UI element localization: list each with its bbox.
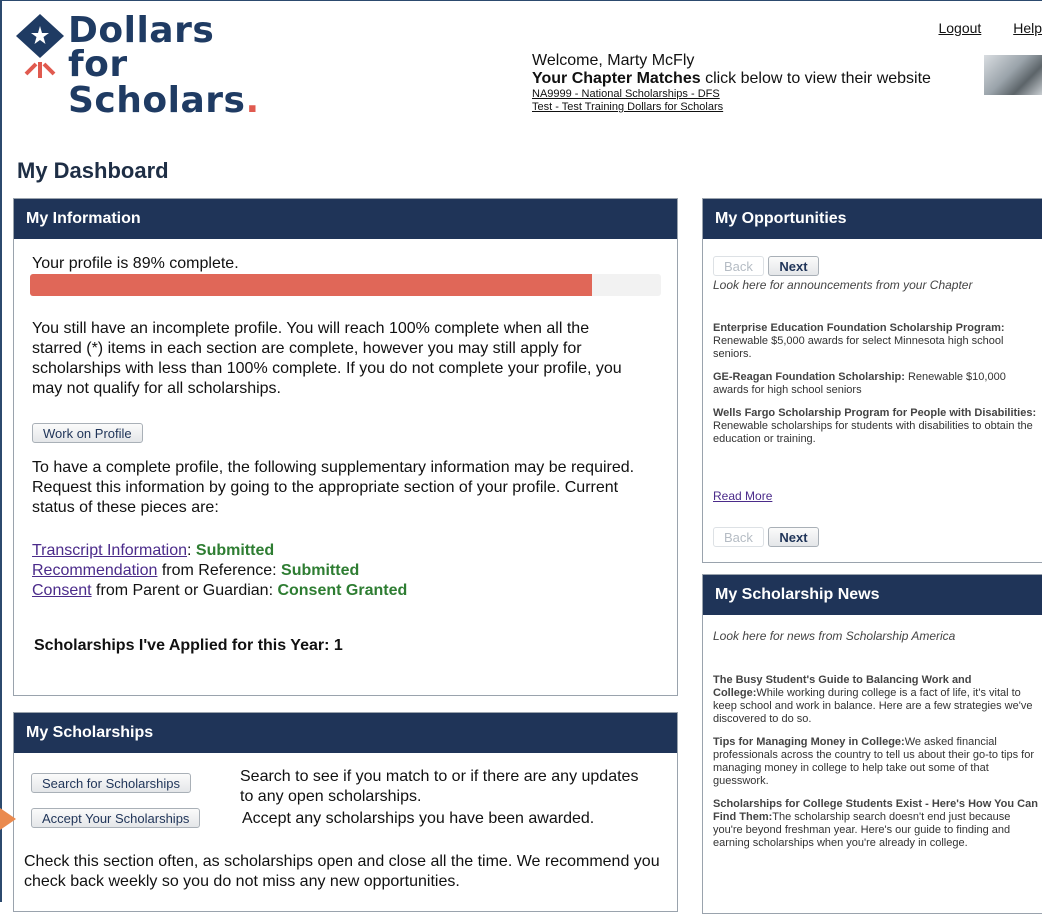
status-row: Recommendation from Reference: Submitted bbox=[32, 562, 360, 579]
accept-button-wrap: Accept Your Scholarships bbox=[31, 808, 201, 828]
my-information-panel: My Information Your profile is 89% compl… bbox=[13, 198, 678, 696]
window-left-border bbox=[0, 0, 2, 902]
accept-scholarships-button[interactable]: Accept Your Scholarships bbox=[31, 808, 201, 828]
chapter-matches-label: Your Chapter Matches click below to view… bbox=[532, 70, 931, 87]
search-description: Search to see if you match to or if ther… bbox=[240, 768, 639, 805]
search-scholarships-button[interactable]: Search for Scholarships bbox=[31, 773, 192, 793]
news-item[interactable]: Tips for Managing Money in College:We as… bbox=[713, 736, 1042, 788]
work-on-profile-button[interactable]: Work on Profile bbox=[32, 423, 143, 443]
next-button[interactable]: Next bbox=[768, 527, 819, 547]
work-button-wrap: Work on Profile bbox=[32, 423, 143, 444]
my-scholarships-panel: My Scholarships Search for Scholarships … bbox=[13, 712, 678, 912]
brand-line-2: Scholars. bbox=[68, 80, 260, 121]
avatar bbox=[984, 55, 1042, 95]
profile-status: Your profile is 89% complete. bbox=[32, 255, 239, 272]
transcript-link[interactable]: Transcript Information bbox=[32, 542, 187, 559]
welcome-greeting: Welcome, Marty McFly bbox=[532, 52, 695, 69]
status-badge: Consent Granted bbox=[277, 582, 408, 599]
brand-wordmark: Dollars for Scholars. bbox=[68, 13, 276, 121]
brand-line-1: Dollars for bbox=[68, 10, 215, 85]
status-badge: Submitted bbox=[281, 562, 360, 579]
applied-count: Scholarships I've Applied for this Year:… bbox=[34, 637, 343, 654]
check-often-note: Check this section often, as scholarship… bbox=[24, 853, 660, 890]
status-row: Transcript Information: Submitted bbox=[32, 542, 275, 559]
news-item[interactable]: The Busy Student's Guide to Balancing Wo… bbox=[713, 674, 1042, 726]
panel-heading: My Opportunities bbox=[703, 199, 1042, 239]
chapter-link[interactable]: NA9999 - National Scholarships - DFS bbox=[532, 88, 931, 101]
supplementary-text: To have a complete profile, the followin… bbox=[32, 459, 635, 516]
opportunity-item: Enterprise Education Foundation Scholars… bbox=[713, 322, 1005, 360]
brand-logo[interactable]: Dollars for Scholars. bbox=[16, 13, 276, 119]
next-button[interactable]: Next bbox=[768, 256, 819, 276]
opportunities-pager-bottom: Back Next bbox=[713, 527, 819, 547]
read-more-link[interactable]: Read More bbox=[713, 489, 772, 503]
opportunities-intro: Look here for announcements from your Ch… bbox=[713, 278, 973, 292]
chapter-link[interactable]: Test - Test Training Dollars for Scholar… bbox=[532, 101, 931, 114]
diamond-star-icon bbox=[16, 14, 64, 78]
search-button-wrap: Search for Scholarships bbox=[31, 773, 192, 793]
accept-description: Accept any scholarships you have been aw… bbox=[242, 810, 595, 827]
incomplete-profile-text: You still have an incomplete profile. Yo… bbox=[32, 320, 622, 397]
welcome-block: Welcome, Marty McFly Your Chapter Matche… bbox=[532, 52, 931, 114]
news-intro: Look here for news from Scholarship Amer… bbox=[713, 629, 956, 643]
top-links: Logout Help bbox=[910, 20, 1042, 36]
profile-progress-bar bbox=[30, 274, 661, 296]
supplementary-status-list: Transcript Information: Submitted Recomm… bbox=[32, 541, 407, 601]
profile-progress-fill bbox=[30, 274, 592, 296]
recommendation-link[interactable]: Recommendation bbox=[32, 562, 157, 579]
status-badge: Submitted bbox=[195, 542, 275, 559]
panel-heading: My Scholarship News bbox=[703, 575, 1042, 615]
panel-heading: My Information bbox=[14, 199, 677, 239]
window-top-border bbox=[0, 0, 1042, 1]
panel-heading: My Scholarships bbox=[14, 713, 677, 753]
status-row: Consent from Parent or Guardian: Consent… bbox=[32, 582, 408, 599]
back-button[interactable]: Back bbox=[713, 256, 764, 276]
back-button[interactable]: Back bbox=[713, 527, 764, 547]
pointer-arrow-icon bbox=[0, 808, 16, 830]
opportunity-item: GE-Reagan Foundation Scholarship: Renewa… bbox=[713, 371, 1006, 396]
opportunities-pager-top: Back Next bbox=[713, 256, 819, 276]
my-scholarship-news-panel: My Scholarship News Look here for news f… bbox=[702, 574, 1042, 914]
logout-link[interactable]: Logout bbox=[938, 20, 981, 36]
help-link[interactable]: Help bbox=[1013, 20, 1042, 36]
news-item[interactable]: Scholarships for College Students Exist … bbox=[713, 798, 1042, 850]
opportunities-list: Enterprise Education Foundation Scholars… bbox=[703, 322, 1042, 446]
opportunity-item: Wells Fargo Scholarship Program for Peop… bbox=[713, 407, 1037, 445]
my-opportunities-panel: My Opportunities Back Next Look here for… bbox=[702, 198, 1042, 563]
consent-link[interactable]: Consent bbox=[32, 582, 92, 599]
page-title: My Dashboard bbox=[17, 158, 169, 183]
news-list: The Busy Student's Guide to Balancing Wo… bbox=[703, 674, 1042, 850]
